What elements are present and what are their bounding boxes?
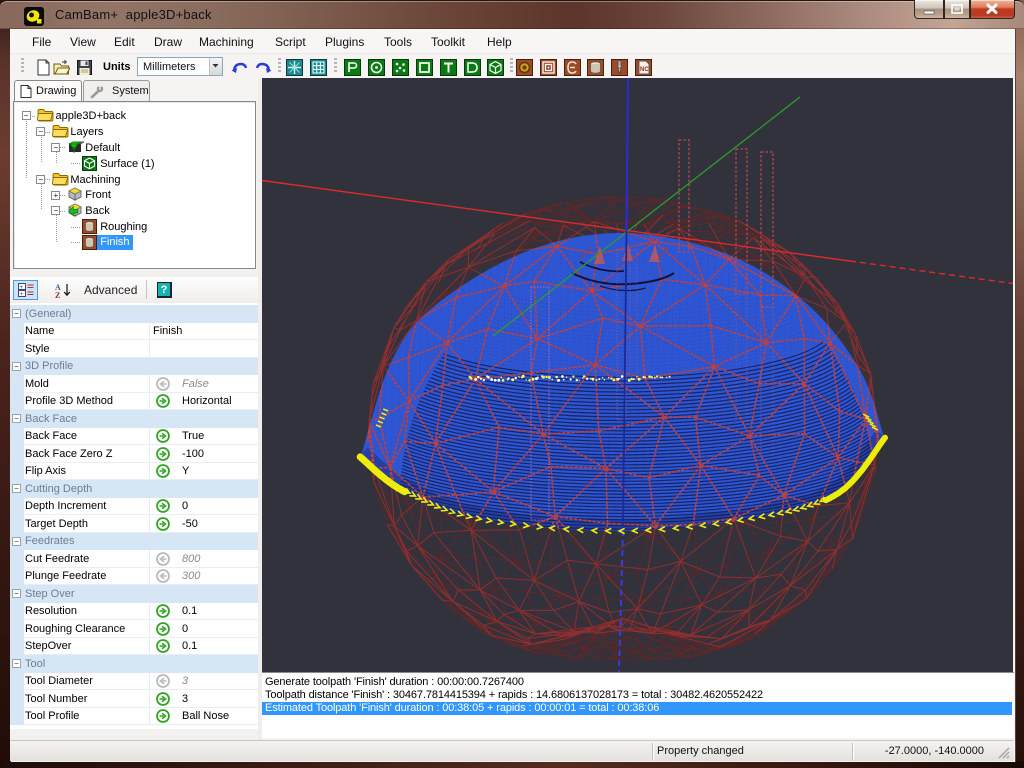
svg-text:NC: NC (640, 67, 649, 73)
svg-text:Z: Z (55, 291, 60, 298)
svg-text:+: + (20, 292, 24, 297)
